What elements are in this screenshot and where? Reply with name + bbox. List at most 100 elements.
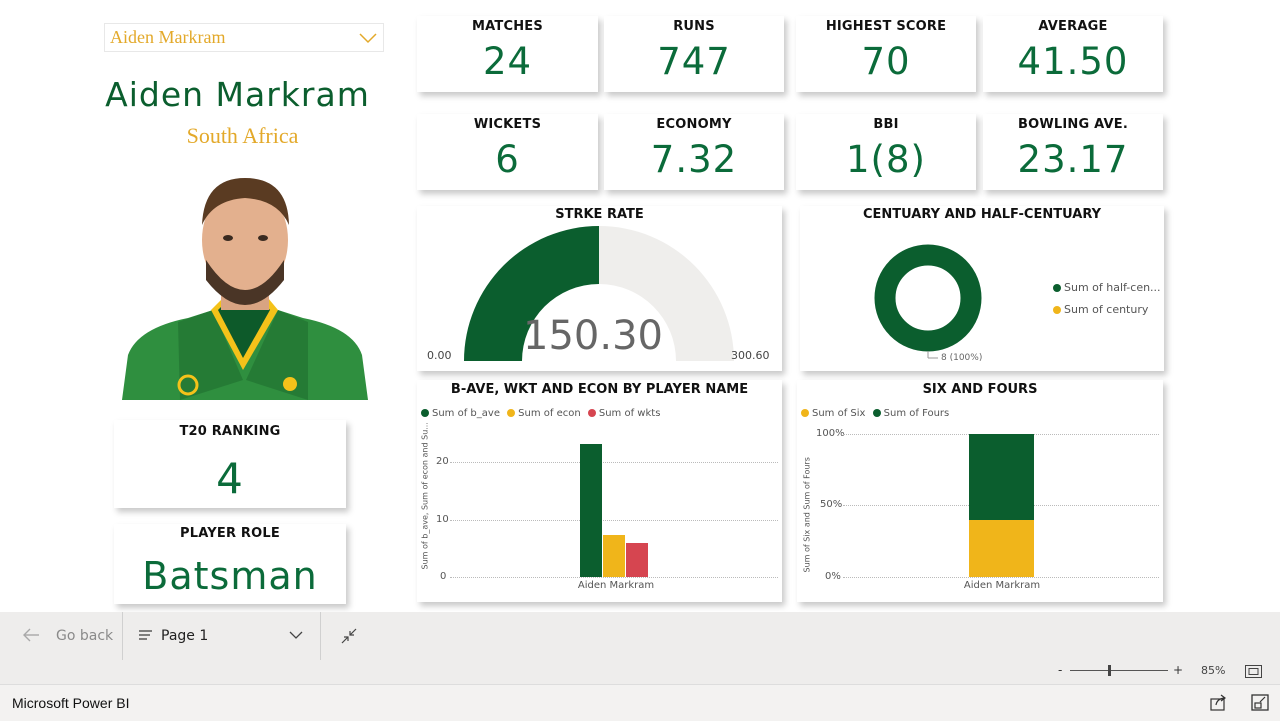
zoom-plus-button[interactable]: + bbox=[1173, 663, 1183, 677]
chevron-down-icon bbox=[289, 631, 303, 639]
zoom-slider[interactable] bbox=[1070, 665, 1168, 676]
gridline bbox=[450, 577, 778, 578]
page-navigation-bar: Go back Page 1 - + 85% bbox=[0, 612, 1280, 684]
strike-rate-gauge-card[interactable]: STRKE RATE 150.30 0.00 300.60 bbox=[417, 206, 782, 371]
kpi-economy-label: ECONOMY bbox=[656, 117, 732, 132]
bave-chart-title: B-AVE, WKT AND ECON BY PLAYER NAME bbox=[450, 382, 749, 397]
zoom-minus-button[interactable]: - bbox=[1058, 663, 1062, 677]
player-role-label: PLAYER ROLE bbox=[180, 526, 280, 541]
y-tick: 0% bbox=[825, 571, 841, 582]
player-slicer[interactable]: Aiden Markram bbox=[104, 23, 384, 52]
gridline bbox=[450, 520, 778, 521]
legend-label: Sum of century bbox=[1064, 303, 1149, 316]
six-fours-chart-card[interactable]: SIX AND FOURS Sum of Six Sum of Fours Su… bbox=[797, 380, 1163, 602]
t20-ranking-label: T20 RANKING bbox=[179, 424, 281, 439]
y-tick: 0 bbox=[440, 571, 447, 582]
six-fours-y-axis-label: Sum of Six and Sum of Fours bbox=[802, 457, 812, 573]
strike-rate-value: 150.30 bbox=[523, 313, 663, 359]
six-fours-legend: Sum of Six Sum of Fours bbox=[801, 408, 949, 419]
legend-label: Sum of half-cen... bbox=[1064, 281, 1161, 294]
strike-rate-max: 300.60 bbox=[731, 349, 770, 362]
kpi-economy-value: 7.32 bbox=[650, 138, 738, 181]
share-icon[interactable] bbox=[1210, 694, 1228, 711]
player-slicer-value: Aiden Markram bbox=[110, 27, 226, 47]
kpi-wickets-label: WICKETS bbox=[473, 117, 542, 132]
y-tick: 20 bbox=[436, 456, 449, 467]
kpi-bowling-ave-card: BOWLING AVE. 23.17 bbox=[983, 114, 1163, 190]
app-name: Microsoft Power BI bbox=[12, 695, 130, 711]
legend-label: Sum of wkts bbox=[598, 408, 661, 419]
bave-chart-card[interactable]: B-AVE, WKT AND ECON BY PLAYER NAME Sum o… bbox=[417, 380, 782, 602]
kpi-matches-card: MATCHES 24 bbox=[417, 16, 598, 92]
page-label: Page 1 bbox=[161, 628, 209, 644]
bar-b-ave[interactable] bbox=[580, 443, 602, 577]
donut-slice-half-century bbox=[874, 244, 982, 352]
page-selector[interactable]: Page 1 bbox=[123, 612, 321, 660]
x-category-label: Aiden Markram bbox=[577, 580, 655, 591]
kpi-matches-value: 24 bbox=[482, 40, 533, 83]
legend-dot bbox=[1053, 284, 1061, 292]
go-back-button[interactable]: Go back bbox=[0, 612, 123, 660]
bar-fours[interactable] bbox=[969, 434, 1034, 520]
kpi-runs-card: RUNS 747 bbox=[604, 16, 784, 92]
kpi-matches-label: MATCHES bbox=[472, 19, 543, 34]
kpi-bbi-card: BBI 1(8) bbox=[796, 114, 976, 190]
bar-econ[interactable] bbox=[603, 534, 625, 577]
fit-to-page-icon[interactable] bbox=[1245, 665, 1262, 678]
legend-dot bbox=[421, 409, 429, 417]
t20-ranking-value: 4 bbox=[216, 454, 244, 503]
go-back-label: Go back bbox=[56, 628, 114, 644]
bar-six[interactable] bbox=[969, 519, 1034, 577]
legend-dot bbox=[801, 409, 809, 417]
kpi-highest-score-card: HIGHEST SCORE 70 bbox=[796, 16, 976, 92]
bave-legend: Sum of b_ave Sum of econ Sum of wkts bbox=[421, 408, 660, 419]
kpi-runs-label: RUNS bbox=[673, 19, 715, 34]
kpi-wickets-value: 6 bbox=[495, 138, 520, 181]
player-role-value: Batsman bbox=[142, 554, 318, 598]
legend-dot bbox=[872, 409, 881, 417]
legend-label: Sum of Fours bbox=[883, 408, 950, 419]
kpi-runs-value: 747 bbox=[657, 40, 731, 83]
century-donut-card[interactable]: CENTUARY AND HALF-CENTUARY 8 (100%) Sum … bbox=[800, 206, 1164, 371]
player-name: Aiden Markram bbox=[105, 75, 370, 114]
collapse-arrows-icon[interactable] bbox=[341, 628, 357, 644]
kpi-wickets-card: WICKETS 6 bbox=[417, 114, 598, 190]
legend-dot bbox=[507, 409, 516, 417]
century-legend-item[interactable]: Sum of half-cen... bbox=[1053, 281, 1161, 294]
zoom-level: 85% bbox=[1201, 664, 1226, 677]
six-fours-title: SIX AND FOURS bbox=[922, 382, 1038, 397]
legend-label: Sum of b_ave bbox=[432, 408, 500, 419]
y-tick: 10 bbox=[436, 514, 449, 525]
kpi-bowling-ave-value: 23.17 bbox=[1017, 138, 1129, 181]
kpi-bbi-value: 1(8) bbox=[846, 138, 926, 181]
kpi-bowling-ave-label: BOWLING AVE. bbox=[1018, 117, 1128, 132]
player-country: South Africa bbox=[186, 123, 299, 148]
kpi-highest-score-label: HIGHEST SCORE bbox=[825, 19, 947, 34]
hamburger-icon bbox=[139, 630, 152, 640]
legend-dot bbox=[1053, 306, 1061, 314]
century-legend-item[interactable]: Sum of century bbox=[1053, 303, 1148, 316]
popout-icon[interactable] bbox=[1251, 694, 1269, 711]
century-data-label: 8 (100%) bbox=[941, 353, 983, 363]
kpi-bbi-label: BBI bbox=[873, 117, 899, 132]
kpi-economy-card: ECONOMY 7.32 bbox=[604, 114, 784, 190]
legend-label: Sum of Six bbox=[812, 408, 866, 419]
arrow-left-icon bbox=[23, 628, 39, 642]
x-category-label: Aiden Markram bbox=[963, 580, 1041, 591]
t20-ranking-card: T20 RANKING 4 bbox=[114, 420, 346, 508]
bave-y-axis-label: Sum of b_ave, Sum of econ and Su... bbox=[420, 422, 430, 570]
y-tick: 100% bbox=[816, 428, 845, 439]
bar-wkts[interactable] bbox=[626, 542, 648, 577]
zoom-slider-thumb[interactable] bbox=[1108, 665, 1111, 676]
chevron-down-icon[interactable] bbox=[359, 32, 377, 44]
kpi-average-label: AVERAGE bbox=[1038, 19, 1108, 34]
strike-rate-min: 0.00 bbox=[427, 349, 452, 362]
kpi-highest-score-value: 70 bbox=[861, 40, 911, 83]
y-tick: 50% bbox=[820, 499, 843, 510]
gridline bbox=[843, 577, 1159, 578]
player-role-card: PLAYER ROLE Batsman bbox=[114, 524, 346, 604]
app-status-bar: Microsoft Power BI bbox=[0, 684, 1280, 721]
legend-label: Sum of econ bbox=[518, 408, 581, 419]
kpi-average-value: 41.50 bbox=[1017, 40, 1129, 83]
gridline bbox=[450, 462, 778, 463]
